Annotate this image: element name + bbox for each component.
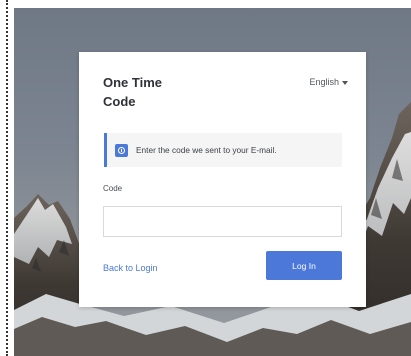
code-label: Code — [103, 184, 123, 193]
title-line-2: Code — [103, 94, 136, 109]
title-line-1: One Time — [103, 75, 163, 90]
login-button[interactable]: Log In — [266, 251, 342, 280]
code-input[interactable] — [103, 206, 342, 237]
language-label: English — [309, 77, 339, 87]
chevron-down-icon — [342, 80, 348, 85]
alert-message: Enter the code we sent to your E-mail. — [136, 145, 277, 155]
info-icon — [115, 143, 128, 157]
page-title: One Time Code — [103, 73, 223, 111]
code-sent-alert: Enter the code we sent to your E-mail. — [104, 133, 342, 167]
language-selector[interactable]: English — [309, 77, 348, 87]
login-screen: One Time Code English Enter the code we … — [0, 0, 411, 356]
left-dotted-border — [0, 0, 14, 356]
top-white-strip — [14, 0, 411, 8]
one-time-code-modal: One Time Code English Enter the code we … — [79, 52, 366, 307]
back-to-login-link[interactable]: Back to Login — [103, 263, 158, 273]
